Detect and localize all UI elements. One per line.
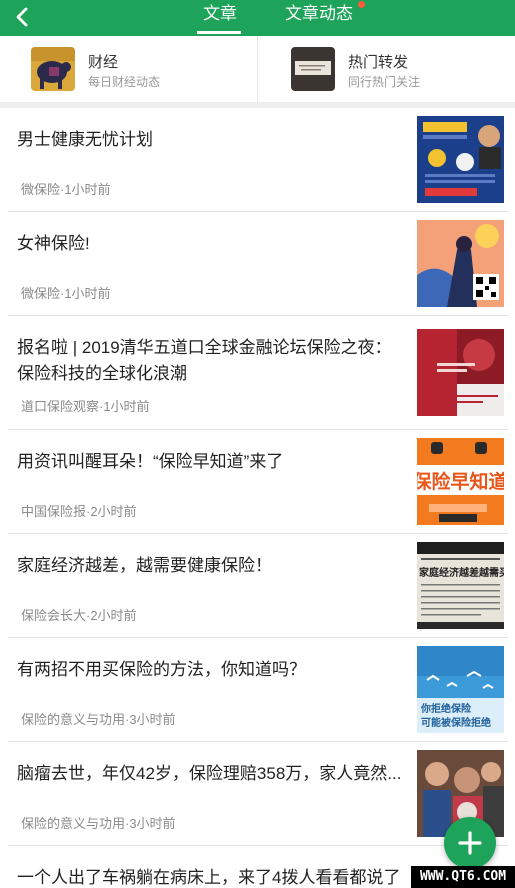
- thumbnail-caption: 可能被保险拒绝: [421, 716, 491, 729]
- article-thumbnail: [417, 329, 504, 416]
- quick-entry-title: 热门转发: [348, 54, 409, 71]
- article-item[interactable]: 脑瘤去世，年仅42岁，保险理赔358万，家人竟然... 保险的意义与功用·3小时…: [8, 742, 508, 846]
- article-thumbnail: [417, 220, 504, 307]
- article-item[interactable]: 女神保险! 微保险·1小时前: [8, 212, 508, 316]
- quick-entry-bar: 财经 每日财经动态 热门转发 同行热门关注: [0, 36, 515, 102]
- article-title: 报名啦 | 2019清华五道口全球金融论坛保险之夜：保险科技的全球化浪潮: [17, 338, 392, 383]
- article-meta: 中国保险报·2小时前: [21, 504, 137, 519]
- hot-shares-thumbnail: [291, 47, 335, 91]
- plus-icon: [458, 831, 482, 855]
- article-title: 家庭经济越差，越需要健康保险！: [17, 556, 272, 575]
- chevron-left-icon: [16, 7, 28, 27]
- article-meta: 微保险·1小时前: [21, 182, 111, 197]
- thumbnail-caption: 你拒绝保险: [420, 702, 472, 715]
- article-title: 男士健康无忧计划: [17, 130, 153, 149]
- article-title: 用资讯叫醒耳朵！“保险早知道”来了: [17, 452, 284, 471]
- article-meta: 道口保险观察·1小时前: [21, 399, 150, 414]
- site-watermark: WWW.QT6.COM: [411, 866, 515, 888]
- active-tab-indicator: [197, 31, 241, 34]
- quick-entry-finance[interactable]: 财经 每日财经动态: [0, 36, 257, 102]
- article-title: 女神保险!: [17, 234, 90, 253]
- article-meta: 保险会长大·2小时前: [21, 608, 137, 623]
- top-bar: 文章 文章动态: [0, 0, 515, 36]
- article-thumbnail: [417, 116, 504, 203]
- article-thumbnail: 你拒绝保险 可能被保险拒绝: [417, 646, 504, 733]
- thumbnail-caption: 保险早知道: [417, 470, 504, 493]
- article-title: 脑瘤去世，年仅42岁，保险理赔358万，家人竟然...: [17, 764, 402, 783]
- finance-thumbnail: [31, 47, 75, 91]
- add-button[interactable]: [444, 817, 496, 869]
- quick-entry-title: 财经: [88, 54, 119, 71]
- article-thumbnail: 家庭经济越差越需买保险: [417, 542, 504, 629]
- quick-entry-subtitle: 每日财经动态: [88, 75, 161, 89]
- back-button[interactable]: [10, 4, 36, 30]
- article-item[interactable]: 男士健康无忧计划 微保险·1小时前: [8, 108, 508, 212]
- quick-entry-hot-shares[interactable]: 热门转发 同行热门关注: [258, 36, 515, 102]
- notification-dot: [358, 1, 365, 8]
- tab-article-updates[interactable]: 文章动态: [283, 0, 355, 36]
- article-meta: 保险的意义与功用·3小时前: [21, 712, 176, 727]
- article-thumbnail: 保险早知道: [417, 438, 504, 525]
- article-meta: 保险的意义与功用·3小时前: [21, 816, 176, 831]
- article-item[interactable]: 报名啦 | 2019清华五道口全球金融论坛保险之夜：保险科技的全球化浪潮 道口保…: [8, 316, 508, 430]
- article-item[interactable]: 用资讯叫醒耳朵！“保险早知道”来了 中国保险报·2小时前 保险早知道: [8, 430, 508, 534]
- article-meta: 微保险·1小时前: [21, 286, 111, 301]
- article-title: 有两招不用买保险的方法，你知道吗？: [17, 660, 306, 679]
- article-item[interactable]: 家庭经济越差，越需要健康保险！ 保险会长大·2小时前 家庭经济越差越需买保险: [8, 534, 508, 638]
- thumbnail-caption: 家庭经济越差越需买保险: [419, 566, 504, 579]
- article-item[interactable]: 有两招不用买保险的方法，你知道吗？ 保险的意义与功用·3小时前 你拒绝保险 可能…: [8, 638, 508, 742]
- article-title: 一个人出了车祸躺在病床上，来了4拨人看看都说了: [17, 868, 401, 887]
- quick-entry-subtitle: 同行热门关注: [348, 75, 421, 89]
